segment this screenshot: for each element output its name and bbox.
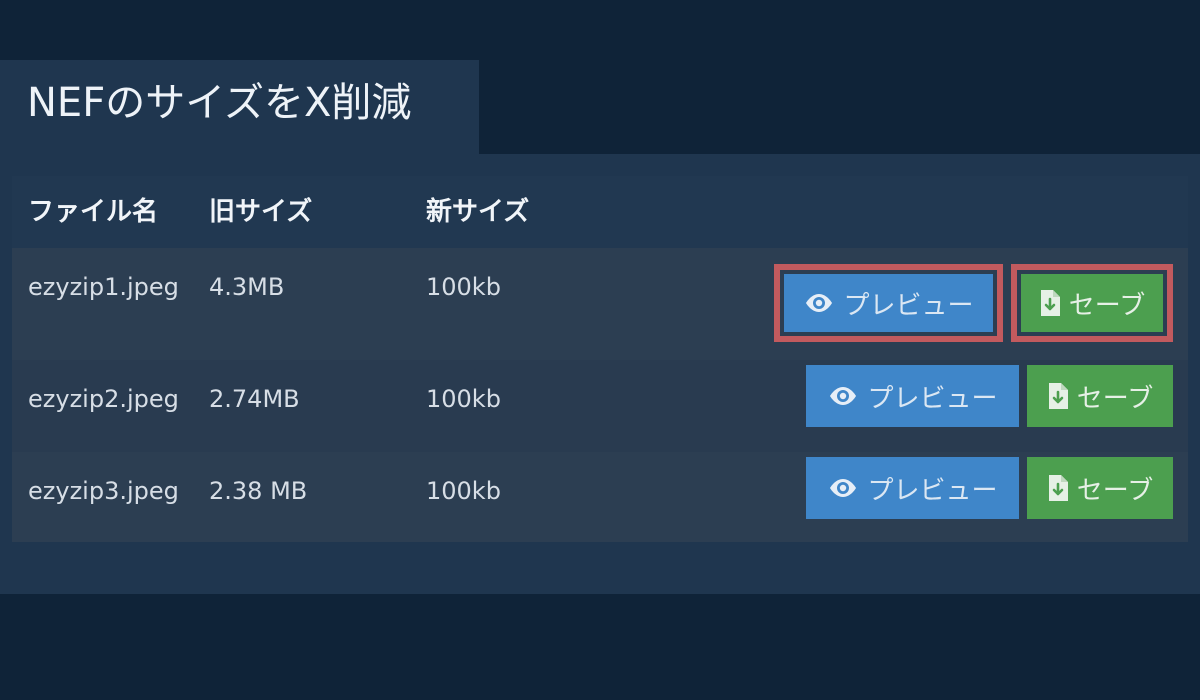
header-filename: ファイル名 [28,197,159,227]
old-size-cell: 4.3MB [209,273,285,301]
new-size-cell: 100kb [426,385,501,413]
new-size-cell: 100kb [426,273,501,301]
table-row: ezyzip3.jpeg 2.38 MB 100kb プレビュー セーブ [12,452,1188,542]
preview-label: プレビュー [843,290,974,321]
new-size-cell: 100kb [426,477,501,505]
results-table: ファイル名 旧サイズ 新サイズ ezyzip1.jpeg 4.3MB 100kb… [12,176,1188,542]
eye-icon [827,476,859,500]
preview-label: プレビュー [867,475,998,506]
preview-button[interactable]: プレビュー [806,457,1019,519]
file-download-icon [1047,474,1069,502]
page-title: NEFのサイズをX削減 [27,80,412,126]
filename-cell: ezyzip3.jpeg [28,477,179,505]
save-button[interactable]: セーブ [1021,274,1163,332]
title-tab: NEFのサイズをX削減 [0,60,479,154]
filename-cell: ezyzip1.jpeg [28,273,179,301]
save-label: セーブ [1076,475,1154,506]
save-button[interactable]: セーブ [1027,457,1173,519]
table-row: ezyzip2.jpeg 2.74MB 100kb プレビュー セーブ [12,360,1188,452]
preview-label: プレビュー [867,383,998,414]
eye-icon [827,384,859,408]
save-label: セーブ [1068,290,1146,321]
file-download-icon [1047,382,1069,410]
header-new-size: 新サイズ [426,197,530,227]
table-row: ezyzip1.jpeg 4.3MB 100kb プレビュー セーブ [12,248,1188,360]
preview-button[interactable]: プレビュー [784,274,993,332]
table-header: ファイル名 旧サイズ 新サイズ [12,176,1188,248]
filename-cell: ezyzip2.jpeg [28,385,179,413]
header-old-size: 旧サイズ [209,197,313,227]
file-download-icon [1039,289,1061,317]
eye-icon [803,291,835,315]
save-label: セーブ [1076,383,1154,414]
old-size-cell: 2.74MB [209,385,300,413]
save-button[interactable]: セーブ [1027,365,1173,427]
old-size-cell: 2.38 MB [209,477,308,505]
results-panel: ファイル名 旧サイズ 新サイズ ezyzip1.jpeg 4.3MB 100kb… [0,154,1200,594]
preview-button[interactable]: プレビュー [806,365,1019,427]
